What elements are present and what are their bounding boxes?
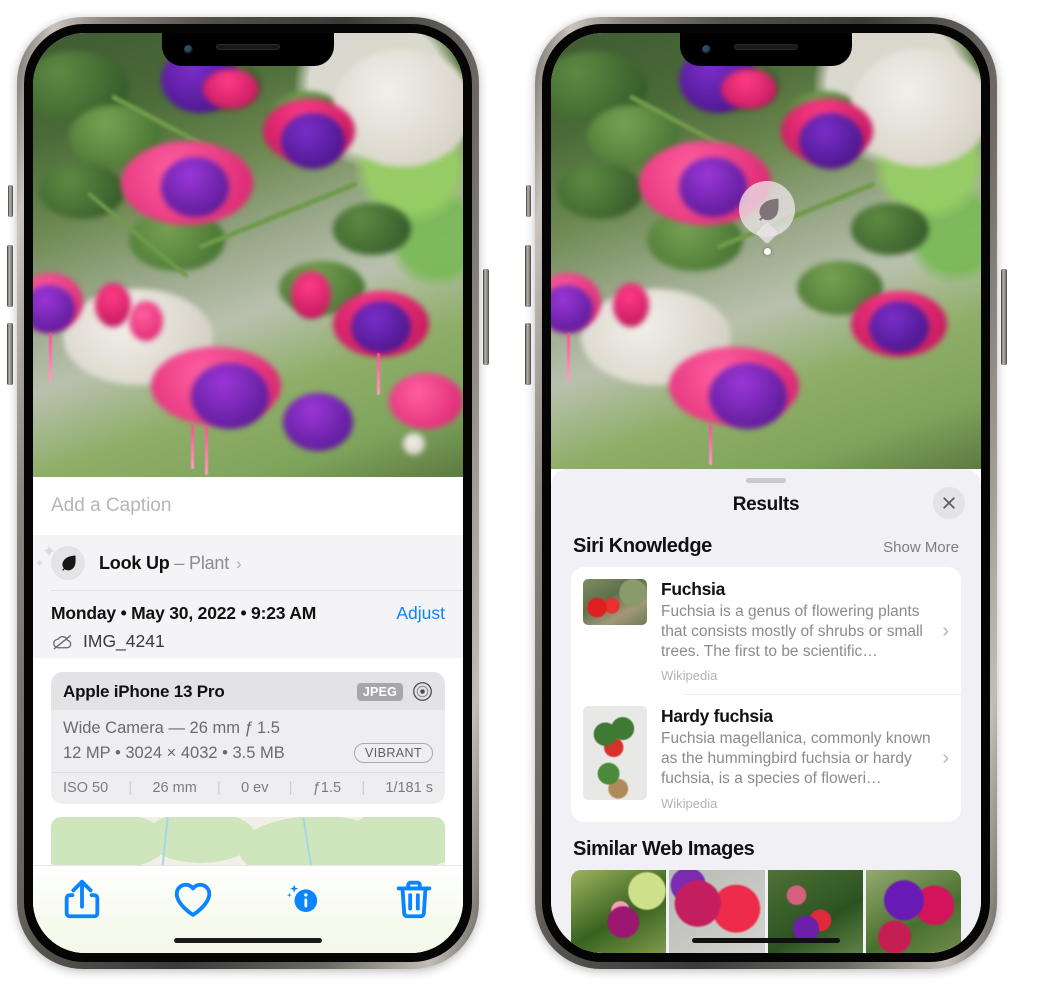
close-icon	[943, 497, 955, 509]
results-header: Results	[551, 483, 981, 527]
knowledge-thumbnail	[583, 706, 647, 801]
visual-look-up-anchor-dot	[764, 248, 771, 255]
image-size-info: 12 MP • 3024 × 4032 • 3.5 MB	[63, 743, 285, 762]
siri-knowledge-header: Siri Knowledge Show More	[551, 527, 981, 567]
volume-down-button[interactable]	[525, 323, 531, 385]
exif-separator: |	[361, 780, 366, 796]
share-button[interactable]	[59, 879, 105, 919]
photo-info-sheet: Add a Caption ✦ ✦ Look Up – Plant › Mond…	[33, 477, 463, 953]
metadata-block: Monday • May 30, 2022 • 9:23 AM Adjust I…	[33, 591, 463, 658]
knowledge-title: Fuchsia	[661, 579, 726, 599]
mute-switch[interactable]	[8, 185, 13, 217]
cloud-slash-icon	[53, 634, 72, 649]
look-up-row[interactable]: ✦ ✦ Look Up – Plant ›	[33, 535, 463, 591]
photo-filename: IMG_4241	[83, 631, 165, 651]
aperture-icon	[413, 682, 432, 701]
caption-placeholder: Add a Caption	[51, 495, 172, 516]
exif-row: ISO 50 | 26 mm | 0 ev | ƒ1.5 | 1/181 s	[51, 772, 445, 804]
info-button[interactable]	[280, 879, 326, 919]
favorite-button[interactable]	[170, 879, 216, 919]
web-image-thumbnail[interactable]	[865, 869, 961, 953]
exif-separator: |	[128, 780, 133, 796]
chevron-right-icon: ›	[236, 553, 242, 573]
volume-up-button[interactable]	[525, 245, 531, 307]
exif-shutter: 1/181 s	[385, 780, 433, 796]
results-title: Results	[732, 494, 800, 515]
screenshot-stage: Add a Caption ✦ ✦ Look Up – Plant › Mond…	[0, 0, 1055, 985]
phone-bezel-right: Results Siri Knowledge Show More Fuchsia…	[542, 24, 990, 962]
sparkle-icon: ✦	[42, 542, 57, 561]
siri-knowledge-card-group: Fuchsia Fuchsia is a genus of flowering …	[571, 567, 961, 822]
mute-switch[interactable]	[526, 185, 531, 217]
home-indicator-right[interactable]	[692, 938, 840, 943]
leaf-icon: ✦ ✦	[35, 543, 85, 580]
similar-web-images-heading: Similar Web Images	[573, 837, 755, 860]
exif-focal: 26 mm	[152, 780, 197, 796]
results-sheet: Results Siri Knowledge Show More Fuchsia…	[551, 469, 981, 953]
earpiece-speaker	[216, 44, 280, 50]
knowledge-title: Hardy fuchsia	[661, 706, 773, 727]
exif-iso: ISO 50	[63, 780, 109, 796]
screen-left: Add a Caption ✦ ✦ Look Up – Plant › Mond…	[33, 33, 463, 953]
phone-bezel-left: Add a Caption ✦ ✦ Look Up – Plant › Mond…	[24, 24, 472, 962]
volume-down-button[interactable]	[7, 323, 13, 385]
exif-exposure: 0 ev	[241, 780, 269, 796]
photographic-style-badge: VIBRANT	[354, 743, 433, 763]
knowledge-description: Fuchsia magellanica, commonly known as t…	[661, 730, 931, 788]
lens-info: Wide Camera — 26 mm ƒ 1.5	[63, 719, 280, 737]
knowledge-source: Wikipedia	[661, 795, 718, 811]
close-button[interactable]	[933, 487, 965, 519]
screen-right: Results Siri Knowledge Show More Fuchsia…	[551, 33, 981, 953]
sparkle-icon-small: ✦	[35, 558, 45, 570]
power-button[interactable]	[483, 269, 489, 365]
exif-separator: |	[288, 780, 293, 796]
share-icon	[64, 879, 100, 919]
web-image-thumbnail[interactable]	[571, 869, 667, 953]
delete-button[interactable]	[391, 879, 437, 919]
similar-web-images-header: Similar Web Images	[551, 822, 981, 870]
knowledge-source: Wikipedia	[661, 668, 718, 684]
exif-aperture: ƒ1.5	[312, 780, 342, 796]
phone-left: Add a Caption ✦ ✦ Look Up – Plant › Mond…	[7, 17, 489, 969]
front-camera-icon	[184, 45, 193, 54]
exif-separator: |	[217, 780, 221, 796]
home-indicator-left[interactable]	[174, 938, 322, 943]
camera-card-body: Wide Camera — 26 mm ƒ 1.5 12 MP • 3024 ×…	[51, 710, 445, 772]
photo-date: Monday • May 30, 2022 • 9:23 AM	[51, 603, 317, 623]
front-camera-icon	[702, 45, 711, 54]
camera-card-header: Apple iPhone 13 Pro JPEG	[51, 672, 445, 710]
show-more-button[interactable]: Show More	[883, 539, 959, 556]
knowledge-thumbnail	[583, 579, 647, 625]
leaf-icon	[758, 198, 779, 221]
chevron-right-icon: ›	[942, 747, 949, 770]
visual-look-up-badge[interactable]	[739, 181, 795, 237]
knowledge-result-row[interactable]: Fuchsia Fuchsia is a genus of flowering …	[571, 567, 961, 694]
earpiece-speaker	[734, 44, 798, 50]
photo-viewer[interactable]	[33, 33, 463, 477]
look-up-label: Look Up – Plant ›	[99, 552, 242, 573]
notch-left	[162, 33, 334, 66]
trash-icon	[396, 880, 432, 919]
caption-input[interactable]: Add a Caption	[33, 477, 463, 535]
knowledge-description: Fuchsia is a genus of flowering plants t…	[661, 603, 923, 660]
camera-device-name: Apple iPhone 13 Pro	[63, 681, 225, 701]
adjust-button[interactable]: Adjust	[396, 603, 445, 624]
heart-icon	[174, 882, 211, 917]
format-badge: JPEG	[356, 682, 403, 701]
info-sparkle-icon	[287, 884, 318, 913]
siri-knowledge-heading: Siri Knowledge	[573, 535, 712, 557]
chevron-right-icon: ›	[942, 619, 949, 642]
knowledge-result-row[interactable]: Hardy fuchsia Fuchsia magellanica, commo…	[571, 694, 961, 821]
camera-info-card[interactable]: Apple iPhone 13 Pro JPEG Wide Camera — 2…	[51, 672, 445, 804]
power-button[interactable]	[1001, 269, 1007, 365]
volume-up-button[interactable]	[7, 245, 13, 307]
notch-right	[680, 33, 852, 66]
phone-right: Results Siri Knowledge Show More Fuchsia…	[525, 17, 1007, 969]
